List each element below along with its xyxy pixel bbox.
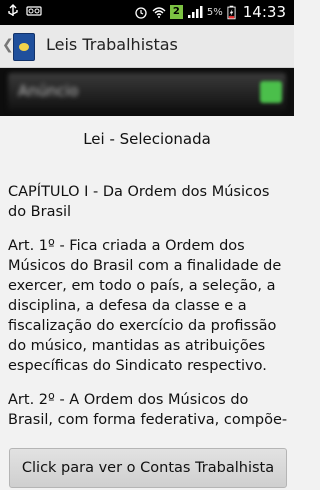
law-heading: Lei - Selecionada [83, 130, 211, 148]
usb-icon [8, 4, 18, 16]
law-paragraph: CAPÍTULO I - Da Ordem dos Músicos do Bra… [8, 184, 270, 220]
ad-banner[interactable]: Anúncio [0, 68, 294, 116]
battery-percent: 5% [206, 6, 223, 18]
action-bar: ❮ Leis Trabalhistas [0, 25, 294, 68]
wifi-icon [152, 7, 166, 18]
status-bar: 2 5% 14:33 [0, 0, 294, 25]
voicemail-icon [26, 6, 42, 16]
clock: 14:33 [242, 3, 286, 21]
battery-charging-icon [227, 5, 236, 19]
status-left [6, 4, 42, 18]
alarm-icon [135, 7, 147, 19]
notification-badge: 2 [169, 5, 183, 19]
law-paragraph: Art. 2º - A Ordem dos Músicos do Brasil,… [8, 392, 288, 428]
ad-text: Anúncio [18, 82, 79, 100]
back-chevron-icon[interactable]: ❮ [2, 37, 14, 53]
view-contas-trabalhista-button[interactable]: Click para ver o Contas Trabalhista [9, 448, 287, 488]
status-right: 2 5% 14:33 [134, 3, 286, 21]
app-title: Leis Trabalhistas [46, 35, 178, 54]
law-content: CAPÍTULO I - Da Ordem dos Músicos do Bra… [0, 182, 294, 444]
ad-action-icon[interactable] [260, 81, 282, 103]
app-logo-icon[interactable] [13, 33, 35, 61]
signal-icon [187, 6, 203, 18]
law-paragraph: Art. 1º - Fica criada a Ordem dos Músico… [8, 238, 282, 374]
